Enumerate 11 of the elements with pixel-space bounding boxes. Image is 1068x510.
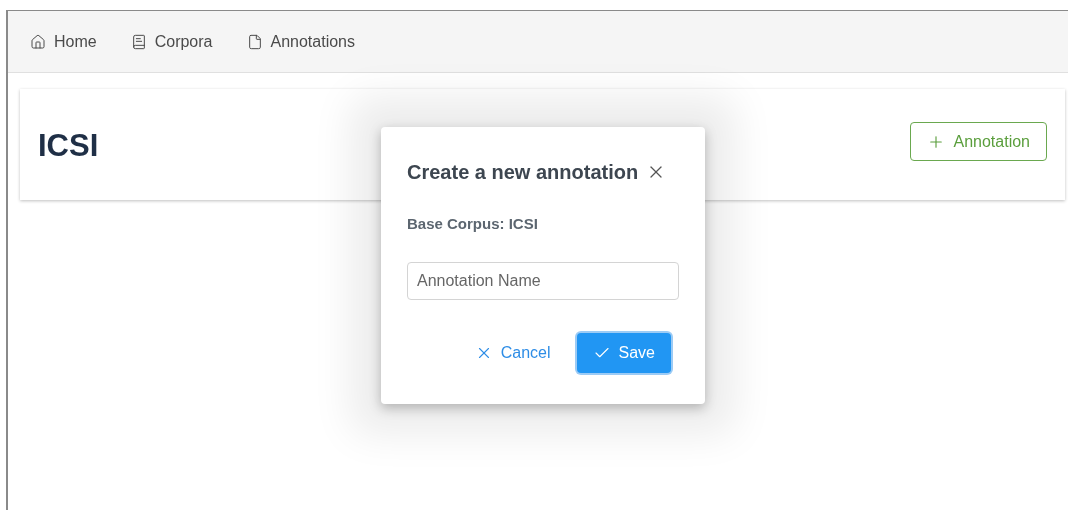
annotation-name-field[interactable]: Annotation Name — [407, 261, 679, 300]
nav-link[interactable]: Home — [30, 29, 97, 54]
base-corpus-label: Base Corpus: ICSI — [407, 214, 539, 234]
file-icon — [246, 33, 263, 50]
cancel-button[interactable]: Cancel — [474, 340, 551, 365]
book-icon — [130, 33, 147, 50]
home-icon — [30, 33, 46, 50]
page-title: ICSI — [38, 127, 99, 165]
dialog-title: Create a new annotation — [407, 160, 639, 185]
nav-link[interactable]: Corpora — [130, 29, 213, 54]
nav-link[interactable]: Annotations — [246, 29, 355, 54]
